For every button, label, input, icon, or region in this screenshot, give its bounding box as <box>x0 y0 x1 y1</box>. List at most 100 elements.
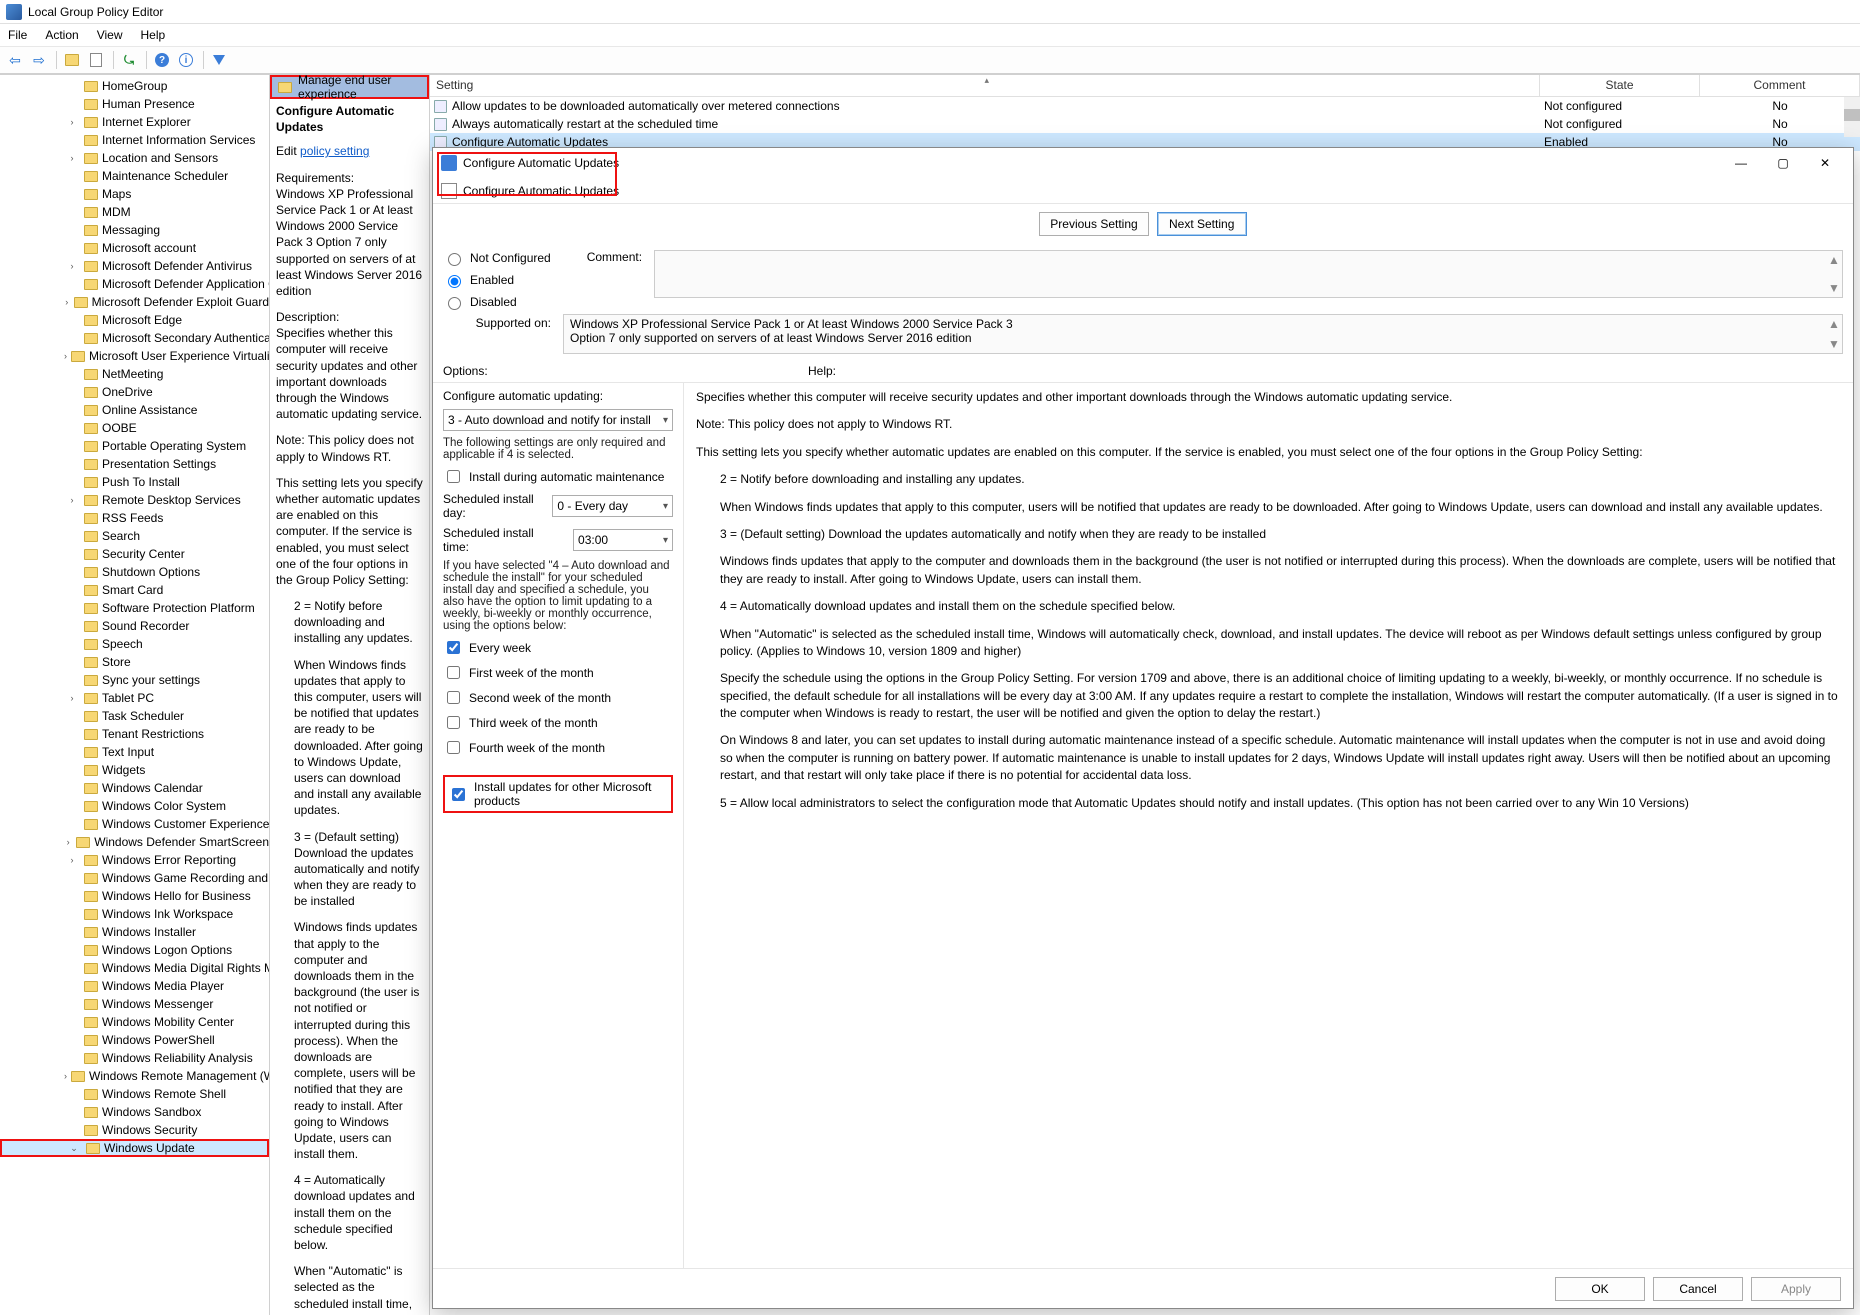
tree-item[interactable]: NetMeeting <box>0 365 269 383</box>
comment-textarea[interactable]: ▲▼ <box>654 250 1843 298</box>
scrollbar-thumb[interactable] <box>1844 109 1860 121</box>
tree-item[interactable]: Windows Messenger <box>0 995 269 1013</box>
tree-item[interactable]: Microsoft Defender Application Guard <box>0 275 269 293</box>
tree-item[interactable]: OneDrive <box>0 383 269 401</box>
folder-button[interactable] <box>61 49 83 71</box>
vertical-scrollbar[interactable] <box>1844 97 1860 137</box>
tree-item[interactable]: Text Input <box>0 743 269 761</box>
tree-item[interactable]: ›Windows Remote Management (WinRM) <box>0 1067 269 1085</box>
tree-item[interactable]: Sound Recorder <box>0 617 269 635</box>
tree-item[interactable]: Maintenance Scheduler <box>0 167 269 185</box>
chevron-right-icon[interactable]: › <box>64 855 80 865</box>
tree-item[interactable]: ›Location and Sensors <box>0 149 269 167</box>
menu-view[interactable]: View <box>97 28 123 42</box>
tree-item[interactable]: Windows Security <box>0 1121 269 1139</box>
tree-item[interactable]: ›Remote Desktop Services <box>0 491 269 509</box>
radio-disabled[interactable]: Disabled <box>443 294 551 310</box>
chk-week1[interactable]: First week of the month <box>443 663 673 682</box>
tree-item[interactable]: OOBE <box>0 419 269 437</box>
tree-item[interactable]: Windows Logon Options <box>0 941 269 959</box>
tree-item[interactable]: Internet Information Services <box>0 131 269 149</box>
tree-item[interactable]: Presentation Settings <box>0 455 269 473</box>
chevron-right-icon[interactable]: › <box>64 351 67 361</box>
tree-item[interactable]: Windows Reliability Analysis <box>0 1049 269 1067</box>
chevron-right-icon[interactable]: › <box>64 693 80 703</box>
menu-action[interactable]: Action <box>45 28 78 42</box>
ok-button[interactable]: OK <box>1555 1277 1645 1301</box>
close-button[interactable]: ✕ <box>1805 150 1845 176</box>
menu-help[interactable]: Help <box>141 28 166 42</box>
tree-item[interactable]: Store <box>0 653 269 671</box>
list-row[interactable]: Allow updates to be downloaded automatic… <box>430 97 1860 115</box>
tree-item[interactable]: Widgets <box>0 761 269 779</box>
install-time-select[interactable]: 03:00▾ <box>573 529 673 551</box>
chevron-right-icon[interactable]: › <box>64 495 80 505</box>
tree-item[interactable]: Push To Install <box>0 473 269 491</box>
minimize-button[interactable]: — <box>1721 150 1761 176</box>
doc-button[interactable] <box>85 49 107 71</box>
cancel-button[interactable]: Cancel <box>1653 1277 1743 1301</box>
chk-other-ms-products[interactable]: Install updates for other Microsoft prod… <box>448 780 668 808</box>
col-setting[interactable]: Setting▴ <box>430 75 1540 96</box>
tree-item[interactable]: Maps <box>0 185 269 203</box>
tree-item[interactable]: ›Microsoft Defender Antivirus <box>0 257 269 275</box>
tree-item[interactable]: ›Internet Explorer <box>0 113 269 131</box>
col-state[interactable]: State <box>1540 75 1700 96</box>
previous-setting-button[interactable]: Previous Setting <box>1039 212 1148 236</box>
tree-item[interactable]: Security Center <box>0 545 269 563</box>
tree-item[interactable]: RSS Feeds <box>0 509 269 527</box>
chk-week3[interactable]: Third week of the month <box>443 713 673 732</box>
col-comment[interactable]: Comment <box>1700 75 1860 96</box>
chevron-right-icon[interactable]: › <box>64 117 80 127</box>
tree-item[interactable]: ⌄Windows Update <box>0 1139 269 1157</box>
chk-auto-maintenance[interactable]: Install during automatic maintenance <box>443 467 673 486</box>
chk-week2[interactable]: Second week of the month <box>443 688 673 707</box>
tree-item[interactable]: Human Presence <box>0 95 269 113</box>
tree-item[interactable]: ›Microsoft Defender Exploit Guard <box>0 293 269 311</box>
tree-item[interactable]: ›Windows Defender SmartScreen <box>0 833 269 851</box>
forward-button[interactable]: ⇨ <box>28 49 50 71</box>
tree-item[interactable]: Windows Media Digital Rights Management <box>0 959 269 977</box>
tree-item[interactable]: Messaging <box>0 221 269 239</box>
tree-item[interactable]: Smart Card <box>0 581 269 599</box>
apply-button[interactable]: Apply <box>1751 1277 1841 1301</box>
tree-item[interactable]: Task Scheduler <box>0 707 269 725</box>
tree-item[interactable]: Windows Calendar <box>0 779 269 797</box>
chevron-right-icon[interactable]: › <box>64 1071 67 1081</box>
tree-item[interactable]: Windows Customer Experience Improvement <box>0 815 269 833</box>
tree-item[interactable]: Windows Installer <box>0 923 269 941</box>
tree-item[interactable]: Windows Sandbox <box>0 1103 269 1121</box>
tree-item[interactable]: Windows Remote Shell <box>0 1085 269 1103</box>
tree-item[interactable]: Software Protection Platform <box>0 599 269 617</box>
tree-item[interactable]: MDM <box>0 203 269 221</box>
tree-item[interactable]: Windows Game Recording and Broadcasting <box>0 869 269 887</box>
tree-item[interactable]: Online Assistance <box>0 401 269 419</box>
tree-item[interactable]: Windows Mobility Center <box>0 1013 269 1031</box>
chk-every-week[interactable]: Every week <box>443 638 673 657</box>
install-day-select[interactable]: 0 - Every day▾ <box>552 495 673 517</box>
refresh-button[interactable]: ⤿ <box>118 49 140 71</box>
tree-item[interactable]: Search <box>0 527 269 545</box>
chevron-right-icon[interactable]: › <box>64 261 80 271</box>
tree-item[interactable]: Windows PowerShell <box>0 1031 269 1049</box>
radio-enabled[interactable]: Enabled <box>443 272 551 288</box>
chk-week4[interactable]: Fourth week of the month <box>443 738 673 757</box>
chevron-right-icon[interactable]: › <box>64 837 72 847</box>
tree-item[interactable]: ›Tablet PC <box>0 689 269 707</box>
tree-item[interactable]: ›Microsoft User Experience Virtualizatio… <box>0 347 269 365</box>
chevron-right-icon[interactable]: › <box>64 153 80 163</box>
tree-item[interactable]: Windows Ink Workspace <box>0 905 269 923</box>
next-setting-button[interactable]: Next Setting <box>1157 212 1247 236</box>
edit-policy-link[interactable]: policy setting <box>300 144 369 158</box>
tree-item[interactable]: Portable Operating System <box>0 437 269 455</box>
tree-item[interactable]: Windows Hello for Business <box>0 887 269 905</box>
tree-item[interactable]: Shutdown Options <box>0 563 269 581</box>
tree-item[interactable]: Windows Color System <box>0 797 269 815</box>
tree-item[interactable]: Microsoft Secondary Authentication Facto… <box>0 329 269 347</box>
chevron-down-icon[interactable]: ⌄ <box>66 1143 82 1154</box>
tree-item[interactable]: HomeGroup <box>0 77 269 95</box>
list-row[interactable]: Always automatically restart at the sche… <box>430 115 1860 133</box>
configure-updating-select[interactable]: 3 - Auto download and notify for install… <box>443 409 673 431</box>
tree-item[interactable]: Speech <box>0 635 269 653</box>
radio-not-configured[interactable]: Not Configured <box>443 250 551 266</box>
